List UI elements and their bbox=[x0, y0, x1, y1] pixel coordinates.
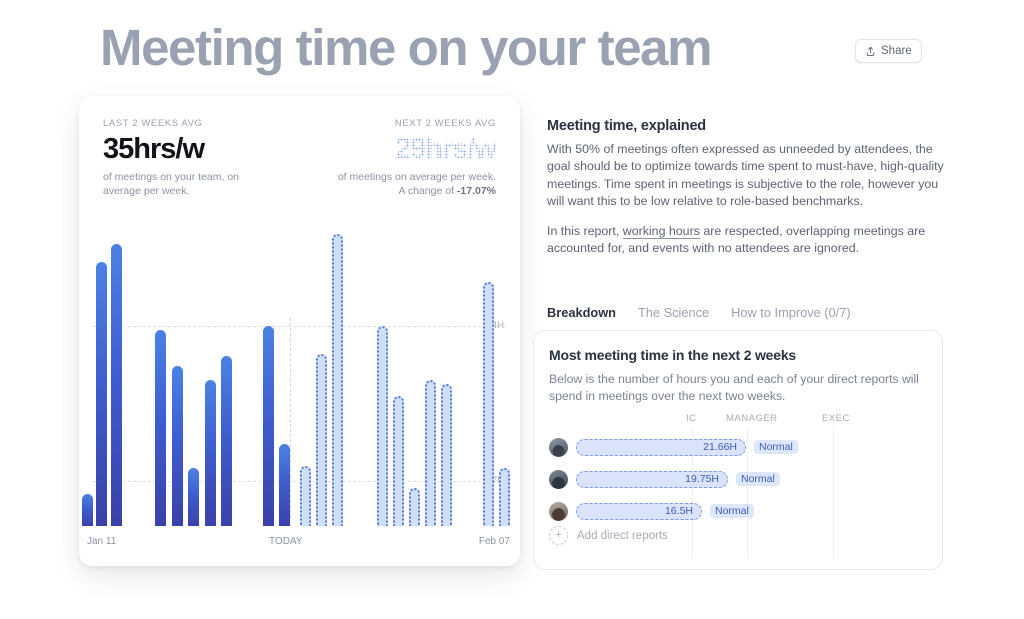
meeting-hours-value: 19.75H bbox=[685, 473, 719, 485]
chart-bar-17 bbox=[425, 380, 436, 526]
share-button-label: Share bbox=[881, 45, 912, 57]
last-stat-label: LAST 2 WEEKS AVG bbox=[103, 118, 203, 129]
chart-bar-9 bbox=[263, 326, 274, 526]
tab-the-science[interactable]: The Science bbox=[638, 305, 709, 320]
chart-bar-12 bbox=[316, 354, 327, 526]
next-stat-change: -17.07% bbox=[456, 184, 496, 197]
tab-breakdown[interactable]: Breakdown bbox=[547, 305, 616, 320]
chart-bar-7 bbox=[205, 380, 216, 526]
x-axis-label-start: Jan 11 bbox=[87, 536, 117, 547]
add-direct-reports-label: Add direct reports bbox=[577, 529, 668, 542]
chart-bar-18 bbox=[441, 384, 452, 526]
add-direct-reports-button[interactable]: + Add direct reports bbox=[549, 526, 668, 545]
tab-how-to-improve[interactable]: How to Improve (0/7) bbox=[731, 305, 850, 320]
chart-bar-20 bbox=[499, 468, 510, 526]
breakdown-card: Most meeting time in the next 2 weeks Be… bbox=[533, 330, 943, 570]
last-stat-value: 35hrs/w bbox=[103, 133, 205, 165]
avatar bbox=[549, 437, 568, 457]
chart-bar-14 bbox=[377, 326, 388, 526]
column-header-ic: IC bbox=[686, 413, 697, 424]
report-page: Meeting time on your team Share LAST 2 W… bbox=[0, 0, 1024, 619]
explanation-paragraph-1: With 50% of meetings often expressed as … bbox=[547, 142, 944, 209]
page-title: Meeting time on your team bbox=[100, 19, 712, 76]
chart-bar-16 bbox=[409, 488, 420, 526]
chart-bar-10 bbox=[279, 444, 290, 526]
breakdown-title: Most meeting time in the next 2 weeks bbox=[549, 347, 796, 363]
column-divider-exec bbox=[833, 427, 834, 559]
meeting-hours-value: 21.66H bbox=[703, 441, 737, 453]
x-axis-labels: Jan 11 TODAY Feb 07 bbox=[79, 536, 520, 550]
explanation-paragraph-2: In this report, working hours are respec… bbox=[547, 223, 947, 258]
chart-bar-5 bbox=[172, 366, 183, 526]
breakdown-subtitle: Below is the number of hours you and eac… bbox=[549, 372, 919, 403]
next-stat-sub: of meetings on average per week. A chang… bbox=[331, 171, 496, 198]
person-row-1[interactable]: 21.66H Normal bbox=[549, 434, 798, 460]
explanation-title: Meeting time, explained bbox=[547, 118, 706, 134]
status-badge: Normal bbox=[754, 440, 798, 454]
last-two-weeks-stat: LAST 2 WEEKS AVG 35hrs/w of meetings on … bbox=[103, 118, 268, 198]
chart-bar-1 bbox=[82, 494, 93, 526]
last-stat-sub: of meetings on your team, on average per… bbox=[103, 171, 239, 197]
chart-bar-2 bbox=[96, 262, 107, 526]
status-badge: Normal bbox=[710, 504, 754, 518]
chart-card: LAST 2 WEEKS AVG 35hrs/w of meetings on … bbox=[79, 96, 520, 566]
chart-bar-13 bbox=[332, 234, 343, 526]
working-hours-link[interactable]: working hours bbox=[622, 223, 700, 240]
meeting-hours-value: 16.5H bbox=[664, 505, 693, 517]
chart-bar-6 bbox=[188, 468, 199, 526]
next-stat-value: 29hrs/w bbox=[331, 132, 497, 166]
next-two-weeks-stat: NEXT 2 WEEKS AVG 29hrs/w of meetings on … bbox=[331, 118, 497, 198]
chart-bar-15 bbox=[393, 396, 404, 526]
share-upload-icon bbox=[865, 46, 876, 57]
x-axis-label-end: Feb 07 bbox=[478, 536, 510, 547]
bar-chart-plot: 14H 7H Jan 11 TODAY Feb 07 bbox=[79, 234, 520, 566]
explanation-panel: Meeting time, explained With 50% of meet… bbox=[547, 118, 947, 257]
next-stat-label: NEXT 2 WEEKS AVG bbox=[394, 118, 496, 129]
person-row-3[interactable]: 16.5H Normal bbox=[549, 498, 754, 524]
person-row-2[interactable]: 19.75H Normal bbox=[549, 466, 780, 492]
explanation-p2-before: In this report, bbox=[547, 223, 623, 238]
tab-bar: Breakdown The Science How to Improve (0/… bbox=[547, 305, 851, 320]
chart-bar-3 bbox=[111, 244, 122, 526]
avatar bbox=[549, 501, 568, 521]
x-axis-label-today: TODAY bbox=[269, 536, 303, 547]
share-button[interactable]: Share bbox=[855, 39, 922, 63]
avatar bbox=[549, 469, 568, 489]
column-header-exec: EXEC bbox=[822, 413, 850, 424]
chart-bar-8 bbox=[221, 356, 232, 526]
chart-bar-11 bbox=[300, 466, 311, 526]
chart-bar-19 bbox=[483, 282, 494, 526]
column-header-manager: MANAGER bbox=[726, 413, 778, 424]
status-badge: Normal bbox=[736, 472, 780, 486]
meeting-hours-bar: 16.5H bbox=[576, 502, 702, 520]
bar-series-container bbox=[79, 234, 520, 566]
chart-bar-4 bbox=[155, 330, 166, 526]
plus-icon: + bbox=[549, 526, 568, 545]
meeting-hours-bar: 21.66H bbox=[576, 438, 746, 456]
meeting-hours-bar: 19.75H bbox=[576, 470, 728, 488]
